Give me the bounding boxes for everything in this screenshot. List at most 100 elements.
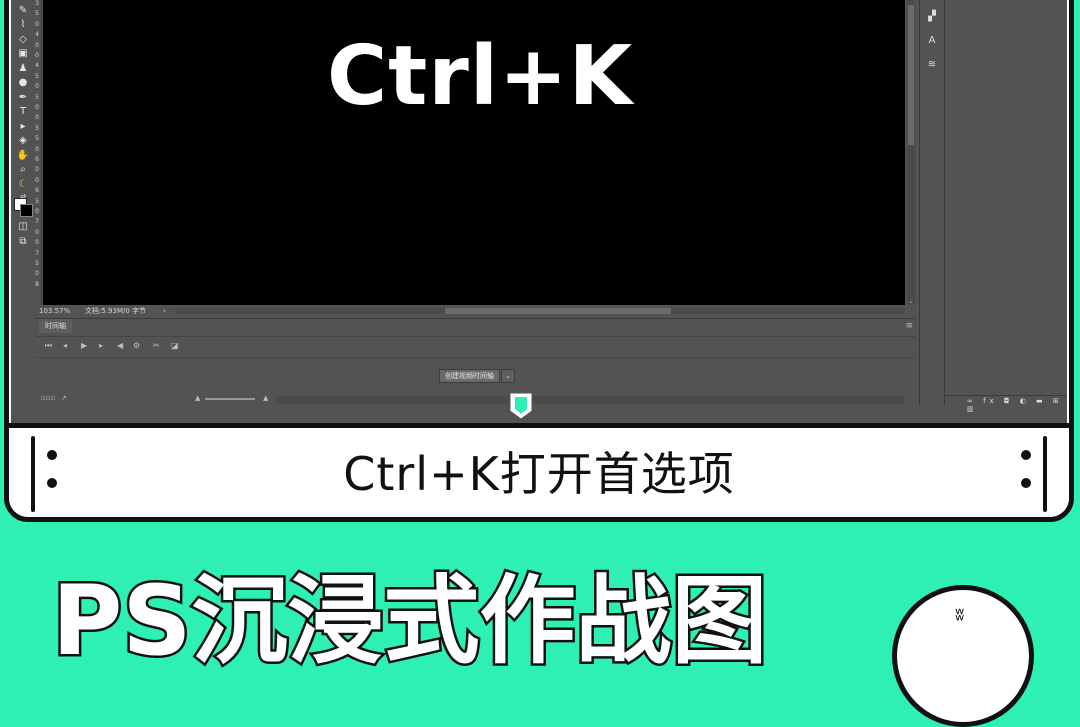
ruler-tick-label: 5 bbox=[35, 135, 39, 143]
ruler-tick-label: 0 bbox=[35, 41, 39, 49]
ruler-tick-label: 3 bbox=[35, 0, 39, 7]
logo-badge: ʬ bbox=[892, 585, 1034, 727]
chevron-down-icon[interactable]: ⌄ bbox=[501, 369, 515, 383]
timeline-scroll-track[interactable] bbox=[275, 396, 903, 404]
ruler-tick-label: 0 bbox=[35, 104, 39, 111]
layers-panel: ∞ fx ◘ ◐ ▬ ⊞ ▥ bbox=[945, 0, 1067, 413]
render-icon[interactable]: ↗ bbox=[61, 394, 67, 402]
vertical-ruler: 3 5 0 4 0 0 4 5 0 5 0 0 5 5 0 6 0 0 6 5 0 7 0 0 7 5 0 8 bbox=[33, 0, 42, 305]
healing-icon[interactable]: ⌇ bbox=[15, 19, 31, 31]
document-canvas[interactable]: Ctrl+K bbox=[43, 0, 905, 305]
brush-icon[interactable]: ✎ bbox=[15, 5, 31, 17]
timeline-footer: ▫▫▫ ↗ ▲ ▲ bbox=[35, 394, 915, 406]
ruler-tick-label: 6 bbox=[35, 187, 39, 195]
ruler-tick-label: 0 bbox=[35, 176, 39, 184]
ruler-tick-label: 0 bbox=[35, 145, 39, 153]
collapsed-panels-strip: ◕ ▞ A ≋ bbox=[919, 0, 945, 405]
ruler-tick-label: 0 bbox=[35, 114, 39, 122]
ruler-tick-label: 5 bbox=[35, 10, 39, 18]
play-icon[interactable]: ▶ bbox=[81, 341, 87, 350]
scrollbar-thumb[interactable] bbox=[908, 5, 914, 145]
tab-timeline[interactable]: 时间轴 bbox=[39, 319, 72, 333]
timeline-panel: 时间轴 ≡ ⏮ ◂ ▶ ▸ ◀ ⚙ ✂ ◪ 创建视频时间轴 ⌄ ▫▫▫ ↗ ▲ … bbox=[35, 318, 915, 423]
quick-mask-icon[interactable]: ◫ bbox=[15, 221, 31, 233]
ruler-tick-label: 0 bbox=[35, 208, 39, 215]
edit-toolbar-icon[interactable]: ☾ bbox=[15, 179, 31, 191]
folder-icon[interactable]: ▬ bbox=[1036, 397, 1047, 405]
ruler-tick-label: 8 bbox=[35, 280, 39, 288]
logo-icon: ʬ bbox=[955, 604, 965, 625]
fx-icon[interactable]: fx bbox=[983, 397, 998, 405]
swatches-icon[interactable]: ▞ bbox=[925, 11, 939, 22]
hand-icon[interactable]: ✋ bbox=[15, 150, 31, 162]
gradient-icon[interactable]: ▣ bbox=[15, 48, 31, 60]
pen-icon[interactable]: ✒ bbox=[15, 92, 31, 104]
zoom-in-icon[interactable]: ▲ bbox=[263, 394, 268, 402]
divider bbox=[945, 395, 1067, 396]
ruler-tick-label: 7 bbox=[35, 218, 39, 226]
horizontal-scrollbar[interactable] bbox=[175, 308, 905, 314]
next-frame-icon[interactable]: ▸ bbox=[99, 341, 103, 350]
ruler-tick-label: 4 bbox=[35, 62, 39, 70]
frames-icon[interactable]: ▫▫▫ bbox=[41, 394, 55, 402]
ruler-tick-label: 5 bbox=[35, 260, 39, 267]
vertical-scrollbar[interactable]: ⌄ bbox=[907, 0, 915, 305]
audio-icon[interactable]: ◀ bbox=[117, 341, 123, 350]
marker-icon bbox=[509, 392, 533, 420]
caption-text: Ctrl+K打开首选项 bbox=[343, 447, 735, 501]
video-title: PS沉浸式作战图 bbox=[50, 564, 770, 679]
photoshop-window: ✎ ⌇ ◇ ▣ ♟ ● ✒ T ▸ ◈ ✋ ⌕ ☾ ⇄ ◫ ⧉ 35040045… bbox=[11, 0, 1067, 423]
zoom-icon[interactable]: ⌕ bbox=[15, 164, 31, 176]
timeline-controls: ⏮ ◂ ▶ ▸ ◀ ⚙ ✂ ◪ bbox=[35, 336, 915, 358]
ruler-tick-label: 4 bbox=[35, 31, 39, 39]
caption-box: Ctrl+K打开首选项 bbox=[9, 423, 1069, 517]
right-dot-top bbox=[1021, 450, 1031, 460]
link-icon[interactable]: ∞ bbox=[967, 397, 977, 405]
ruler-tick-label: 0 bbox=[35, 228, 39, 236]
ruler-tick-label: 5 bbox=[35, 197, 39, 205]
new-layer-icon[interactable]: ⊞ bbox=[1053, 397, 1063, 405]
path-selection-icon[interactable]: ▸ bbox=[15, 121, 31, 133]
ruler-tick-label: 6 bbox=[35, 156, 39, 163]
adjustments-icon[interactable]: ≋ bbox=[925, 59, 939, 70]
ruler-tick-label: 5 bbox=[35, 124, 39, 132]
ruler-tick-label: 0 bbox=[35, 239, 39, 247]
trash-icon[interactable]: ▥ bbox=[967, 405, 978, 413]
adjustment-layer-icon[interactable]: ◐ bbox=[1020, 397, 1030, 405]
ruler-tick-label: 0 bbox=[35, 83, 39, 91]
type-icon[interactable]: T bbox=[15, 106, 31, 118]
panel-menu-icon[interactable]: ≡ bbox=[905, 321, 913, 331]
character-icon[interactable]: A bbox=[925, 35, 939, 46]
timeline-zoom-slider[interactable] bbox=[205, 398, 255, 400]
zoom-level[interactable]: 103.57% bbox=[39, 306, 70, 316]
ruler-tick-label: 0 bbox=[35, 166, 39, 174]
transition-icon[interactable]: ◪ bbox=[171, 341, 179, 350]
ruler-tick-label: 0 bbox=[35, 270, 39, 278]
settings-icon[interactable]: ⚙ bbox=[133, 341, 140, 350]
eraser-icon[interactable]: ◇ bbox=[15, 34, 31, 46]
ruler-tick-label: 0 bbox=[35, 20, 39, 28]
layer-actions: ∞ fx ◘ ◐ ▬ ⊞ ▥ bbox=[967, 397, 1067, 413]
blur-icon[interactable]: ♟ bbox=[15, 63, 31, 75]
status-bar: 103.57% 文档:5.93M/0 字节 › bbox=[35, 306, 915, 316]
canvas-shortcut-text: Ctrl+K bbox=[327, 29, 634, 124]
horizontal-scrollbar-thumb[interactable] bbox=[445, 308, 671, 314]
right-bracket bbox=[1043, 436, 1047, 512]
ruler-tick-label: 7 bbox=[35, 249, 39, 257]
ruler-tick-label: 0 bbox=[35, 52, 39, 59]
split-icon[interactable]: ✂ bbox=[153, 341, 160, 350]
create-video-timeline-button[interactable]: 创建视频时间轴 bbox=[439, 369, 500, 383]
zoom-out-icon[interactable]: ▲ bbox=[195, 394, 200, 402]
document-info: 文档:5.93M/0 字节 bbox=[85, 307, 147, 315]
status-expand-icon[interactable]: › bbox=[163, 306, 166, 316]
mask-icon[interactable]: ◘ bbox=[1004, 397, 1014, 405]
first-frame-icon[interactable]: ⏮ bbox=[45, 341, 52, 351]
screen-mode-icon[interactable]: ⧉ bbox=[15, 236, 31, 248]
shape-icon[interactable]: ◈ bbox=[15, 135, 31, 147]
scroll-down-icon[interactable]: ⌄ bbox=[907, 297, 915, 305]
right-dot-bottom bbox=[1021, 478, 1031, 488]
previous-frame-icon[interactable]: ◂ bbox=[63, 341, 67, 350]
dodge-icon[interactable]: ● bbox=[15, 77, 31, 89]
video-frame: ✎ ⌇ ◇ ▣ ♟ ● ✒ T ▸ ◈ ✋ ⌕ ☾ ⇄ ◫ ⧉ 35040045… bbox=[4, 0, 1074, 522]
background-color-swatch[interactable] bbox=[20, 204, 33, 217]
